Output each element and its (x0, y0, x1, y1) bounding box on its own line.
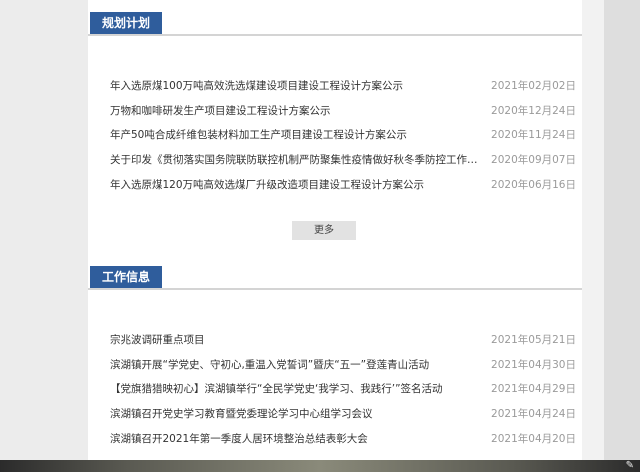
item-date: 2021年04月29日 (491, 383, 576, 396)
list-item[interactable]: 年入选原煤100万吨高效洗选煤建设项目建设工程设计方案公示 2021年02月02日 (110, 74, 576, 99)
item-title[interactable]: 年入选原煤120万吨高效选煤厂升级改造项目建设工程设计方案公示 (110, 173, 480, 198)
work-section-title: 工作信息 (90, 266, 162, 288)
list-item[interactable]: 关于印发《贯彻落实国务院联防联控机制严防聚集性疫情做好秋冬季防控工作电... 20… (110, 148, 576, 173)
planning-divider (88, 34, 582, 36)
item-date: 2021年04月30日 (491, 358, 576, 371)
vertical-scrollbar[interactable] (604, 0, 640, 460)
more-button[interactable]: 更多 (292, 221, 356, 240)
list-item[interactable]: 滨湖镇开展“学党史、守初心,重温入党誓词”暨庆“五一”登莲青山活动 2021年04… (110, 353, 576, 378)
item-date: 2021年02月02日 (491, 80, 576, 92)
item-title[interactable]: 宗兆波调研重点项目 (110, 328, 480, 353)
taskbar: ✎ (0, 460, 640, 472)
item-title[interactable]: 滨湖镇开展“学党史、守初心,重温入党誓词”暨庆“五一”登莲青山活动 (110, 353, 480, 378)
item-date: 2020年12月24日 (491, 104, 576, 117)
pen-icon[interactable]: ✎ (626, 460, 634, 472)
list-item[interactable]: 滨湖镇召开2021年第一季度人居环境整治总结表彰大会 2021年04月20日 (110, 427, 576, 452)
item-title[interactable]: 滨湖镇召开党史学习教育暨党委理论学习中心组学习会议 (110, 402, 480, 427)
list-item[interactable]: 年入选原煤120万吨高效选煤厂升级改造项目建设工程设计方案公示 2020年06月1… (110, 173, 576, 198)
item-title[interactable]: 年产50吨合成纤维包装材料加工生产项目建设工程设计方案公示 (110, 123, 480, 148)
list-item[interactable]: 滨湖镇召开党史学习教育暨党委理论学习中心组学习会议 2021年04月24日 (110, 402, 576, 427)
list-item[interactable]: 万物和咖啡研发生产项目建设工程设计方案公示 2020年12月24日 (110, 99, 576, 124)
content-panel: 规划计划 年入选原煤100万吨高效洗选煤建设项目建设工程设计方案公示 2021年0… (88, 0, 582, 460)
work-list: 宗兆波调研重点项目 2021年05月21日 滨湖镇开展“学党史、守初心,重温入党誓… (110, 328, 576, 451)
item-title[interactable]: 万物和咖啡研发生产项目建设工程设计方案公示 (110, 99, 480, 124)
item-date: 2021年04月24日 (491, 408, 576, 421)
item-date: 2020年11月24日 (491, 129, 576, 142)
list-item[interactable]: 年产50吨合成纤维包装材料加工生产项目建设工程设计方案公示 2020年11月24日 (110, 123, 576, 148)
list-item[interactable]: 宗兆波调研重点项目 2021年05月21日 (110, 328, 576, 353)
work-section-header: 工作信息 (88, 266, 582, 290)
work-divider (88, 288, 582, 290)
planning-section-title: 规划计划 (90, 12, 162, 34)
item-title[interactable]: 年入选原煤100万吨高效洗选煤建设项目建设工程设计方案公示 (110, 74, 480, 99)
item-date: 2021年04月20日 (491, 432, 576, 445)
page-margin (582, 0, 604, 460)
planning-list: 年入选原煤100万吨高效洗选煤建设项目建设工程设计方案公示 2021年02月02日… (110, 74, 576, 197)
item-title[interactable]: 滨湖镇召开2021年第一季度人居环境整治总结表彰大会 (110, 427, 480, 452)
planning-section-header: 规划计划 (88, 12, 582, 36)
list-item[interactable]: 【党旗猎猎映初心】滨湖镇举行“全民学党史‘我学习、我践行’”签名活动 2021年0… (110, 377, 576, 402)
item-date: 2021年05月21日 (491, 334, 576, 346)
item-date: 2020年06月16日 (491, 178, 576, 191)
item-title[interactable]: 关于印发《贯彻落实国务院联防联控机制严防聚集性疫情做好秋冬季防控工作电... (110, 148, 480, 173)
item-title[interactable]: 【党旗猎猎映初心】滨湖镇举行“全民学党史‘我学习、我践行’”签名活动 (110, 377, 480, 402)
item-date: 2020年09月07日 (491, 154, 576, 167)
